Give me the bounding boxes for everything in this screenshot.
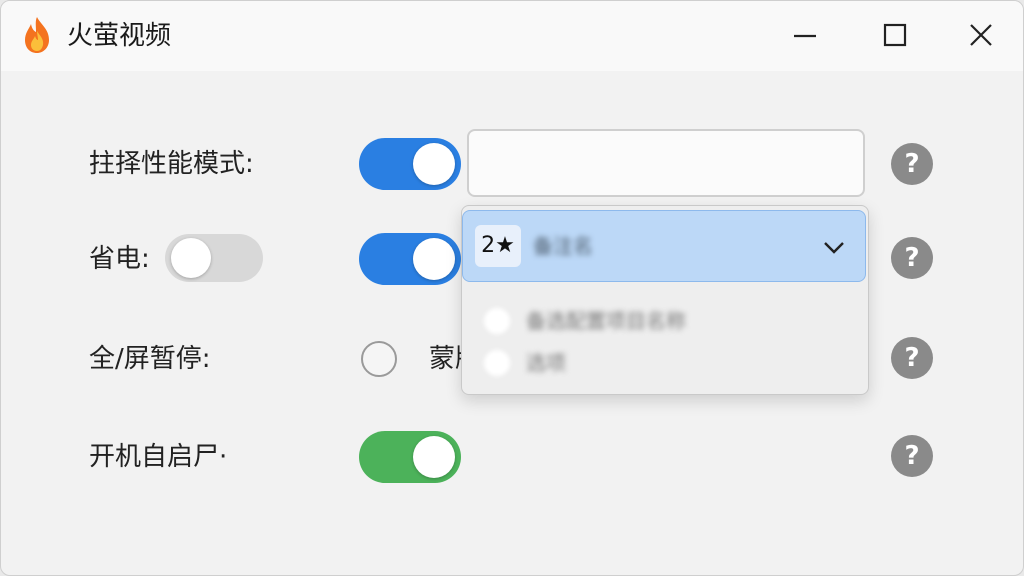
autostart-label: 开机自启尸· — [89, 442, 228, 472]
dropdown-menu[interactable]: 2★ 备注名 备选配置项目名称 选项 — [461, 205, 869, 395]
option-radio[interactable] — [484, 350, 510, 376]
dropdown-selected-item[interactable]: 2★ 备注名 — [462, 210, 866, 282]
fullscreen-pause-option-label: 蒙版 — [429, 344, 463, 374]
title-bar[interactable]: 火萤视频 — [1, 1, 1023, 71]
dropdown-option-text: 选项 — [526, 351, 566, 375]
help-icon[interactable]: ? — [891, 337, 933, 379]
app-window: 火萤视频 拄择性能模式: ? 省电: ? 全/屏暂停: 蒙版 ? 开机自启尸· … — [0, 0, 1024, 576]
performance-mode-toggle[interactable] — [359, 138, 461, 190]
flame-icon — [19, 15, 55, 55]
minimize-button[interactable] — [785, 15, 825, 55]
help-icon[interactable]: ? — [891, 237, 933, 279]
autostart-toggle[interactable] — [359, 431, 461, 483]
performance-mode-label: 拄择性能模式: — [89, 149, 254, 179]
toggle-knob — [171, 238, 211, 278]
power-saving-label: 省电: — [89, 244, 150, 274]
dropdown-option-text: 备选配置项目名称 — [526, 309, 686, 333]
toggle-knob — [413, 436, 455, 478]
toggle-knob — [413, 143, 455, 185]
help-icon[interactable]: ? — [891, 435, 933, 477]
fullscreen-pause-radio[interactable] — [361, 341, 397, 377]
fullscreen-pause-label: 全/屏暂停: — [89, 344, 211, 374]
help-icon[interactable]: ? — [891, 143, 933, 185]
dropdown-badge: 2★ — [475, 225, 521, 267]
close-button[interactable] — [961, 15, 1001, 55]
text-input-box[interactable] — [467, 129, 865, 197]
power-saving-toggle[interactable] — [359, 233, 461, 285]
power-saving-inline-toggle[interactable] — [165, 234, 263, 282]
chevron-down-icon[interactable] — [821, 235, 847, 261]
option-radio[interactable] — [484, 308, 510, 334]
toggle-knob — [413, 238, 455, 280]
dropdown-option[interactable]: 选项 — [484, 346, 844, 380]
window-title: 火萤视频 — [67, 21, 172, 51]
maximize-button[interactable] — [875, 15, 915, 55]
dropdown-option[interactable]: 备选配置项目名称 — [484, 304, 844, 338]
dropdown-selected-text: 备注名 — [533, 234, 593, 258]
